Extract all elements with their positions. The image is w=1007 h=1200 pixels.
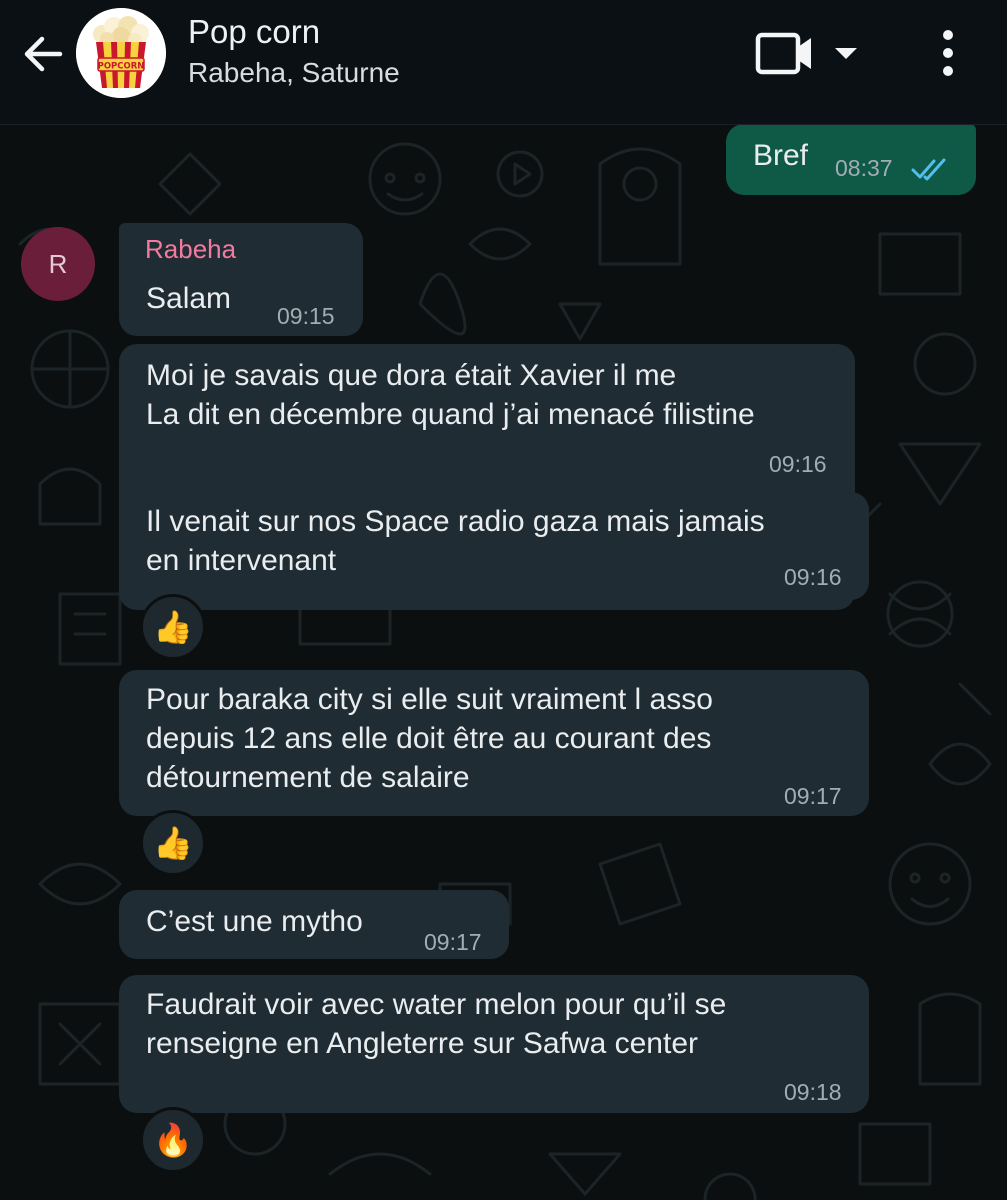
message-text: Il venait sur nos Space radio gaza mais … <box>146 505 765 577</box>
popcorn-icon: POPCORN <box>76 8 166 98</box>
chat-participants: Rabeha, Saturne <box>188 57 400 88</box>
video-camera-icon <box>755 32 857 75</box>
chat-info[interactable]: Pop corn Rabeha, Saturne <box>188 12 668 91</box>
message-text: Faudrait voir avec water melon pour qu’i… <box>146 988 727 1060</box>
message-outgoing[interactable]: Bref 08:37 <box>726 124 976 195</box>
message-text: Bref <box>753 139 809 172</box>
chat-header: POPCORN Pop corn Rabeha, Saturne <box>0 0 1007 125</box>
message-text: Pour baraka city si elle suit vraiment l… <box>146 683 713 794</box>
sender-name[interactable]: Rabeha <box>145 233 236 265</box>
more-vertical-icon <box>943 30 953 76</box>
message-incoming[interactable]: Faudrait voir avec water melon pour qu’i… <box>119 975 869 1113</box>
video-call-button[interactable] <box>748 26 866 82</box>
message-time: 09:15 <box>277 303 335 329</box>
chat-title: Pop corn <box>188 13 321 50</box>
message-time: 08:37 <box>835 155 893 181</box>
double-check-read-icon <box>911 158 946 181</box>
group-avatar[interactable]: POPCORN <box>76 8 166 98</box>
message-text: C’est une mytho <box>146 905 363 938</box>
arrow-left-icon <box>24 36 63 72</box>
message-incoming[interactable]: Il venait sur nos Space radio gaza mais … <box>119 492 869 600</box>
message-text: Moi je savais que dora était Xavier il m… <box>146 359 755 431</box>
message-time: 09:17 <box>424 929 482 955</box>
message-text: Salam <box>146 282 232 315</box>
message-time: 09:16 <box>784 564 842 590</box>
message-incoming[interactable]: Pour baraka city si elle suit vraiment l… <box>119 670 869 816</box>
reaction-thumbs-up[interactable]: 👍 <box>140 594 206 660</box>
sender-avatar[interactable]: R <box>21 227 95 301</box>
message-incoming[interactable]: C’est une mytho 09:17 <box>119 890 509 959</box>
message-time: 09:18 <box>784 1079 842 1105</box>
more-options-button[interactable] <box>928 26 972 82</box>
svg-text:POPCORN: POPCORN <box>98 62 145 72</box>
reaction-thumbs-up[interactable]: 👍 <box>140 810 206 876</box>
message-time: 09:17 <box>784 783 842 809</box>
message-incoming[interactable]: Rabeha Salam 09:15 <box>119 223 363 336</box>
message-list[interactable]: Bref 08:37 R Rabeha Salam 09:15 Moi je s… <box>0 124 1007 1200</box>
back-button[interactable] <box>18 28 70 80</box>
caret-down-icon <box>835 48 857 59</box>
reaction-fire[interactable]: 🔥 <box>140 1107 206 1173</box>
message-time: 09:16 <box>769 451 827 477</box>
